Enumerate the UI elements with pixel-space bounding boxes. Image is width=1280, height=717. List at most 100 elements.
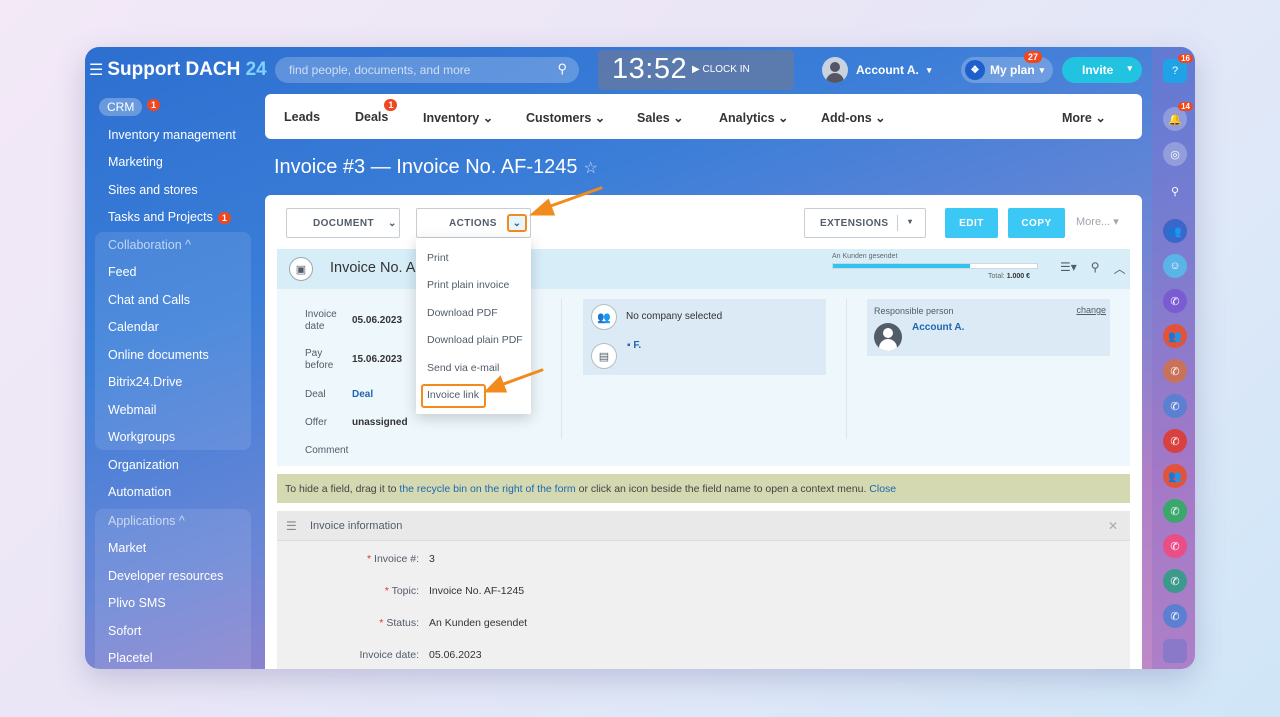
sidebar-item-chat[interactable]: Chat and Calls: [108, 293, 190, 307]
row-label: * Status:: [379, 617, 419, 629]
sidebar-item-feed[interactable]: Feed: [108, 265, 137, 279]
tab-customers[interactable]: Customers ⌄: [526, 110, 605, 125]
page-title-text: Invoice #3 — Invoice No. AF-1245: [274, 156, 578, 178]
left-sidebar: CRM 1 Inventory management Marketing Sit…: [85, 93, 265, 669]
tab-inventory[interactable]: Inventory ⌄: [423, 110, 493, 125]
group-icon[interactable]: 👥: [1163, 324, 1187, 348]
search-input[interactable]: find people, documents, and more ⚲: [275, 57, 579, 83]
phone-icon[interactable]: ✆: [1163, 604, 1187, 628]
document-button[interactable]: DOCUMENT ⌄: [286, 208, 400, 238]
phone-icon[interactable]: ✆: [1163, 429, 1187, 453]
row-value[interactable]: An Kunden gesendet: [429, 617, 527, 629]
collapse-icon[interactable]: ︿: [1114, 260, 1126, 277]
sidebar-item-workgroups[interactable]: Workgroups: [108, 430, 175, 444]
sidebar-item-tasks[interactable]: Tasks and Projects 1: [108, 210, 231, 224]
close-icon[interactable]: ✕: [1108, 519, 1118, 533]
responsible-label: Responsible person: [874, 306, 954, 316]
status-progress-fill: [833, 264, 970, 268]
tab-addons[interactable]: Add-ons ⌄: [821, 110, 886, 125]
hint-close-link[interactable]: Close: [869, 483, 896, 495]
menu-item-print-plain[interactable]: Print plain invoice: [427, 279, 509, 291]
recycle-bin-link[interactable]: the recycle bin on the right of the form: [399, 483, 575, 495]
contact-icon[interactable]: ☺: [1163, 254, 1187, 278]
menu-icon[interactable]: ☰: [89, 62, 103, 79]
phone-icon[interactable]: ✆: [1163, 499, 1187, 523]
actions-button[interactable]: ACTIONS ⌄: [416, 208, 531, 238]
menu-item-download-plain-pdf[interactable]: Download plain PDF: [427, 334, 523, 346]
responsible-name[interactable]: Account A.: [912, 322, 964, 333]
account-name: Account A.: [856, 63, 919, 77]
pin-icon[interactable]: ⚲: [1091, 260, 1100, 277]
logo[interactable]: ☰ Support DACH 24: [89, 59, 267, 81]
edit-button[interactable]: EDIT: [945, 208, 998, 238]
extensions-button[interactable]: EXTENSIONS ▾: [804, 208, 926, 238]
sidebar-item-sites[interactable]: Sites and stores: [108, 183, 198, 197]
sidebar-group-collaboration[interactable]: Collaboration ^: [108, 238, 191, 252]
contact-link[interactable]: ▪ F.: [627, 340, 641, 351]
row-value[interactable]: 05.06.2023: [429, 649, 482, 661]
tab-more[interactable]: More ⌄: [1062, 110, 1106, 125]
group-chat-icon[interactable]: 👥: [1163, 219, 1187, 243]
copy-button[interactable]: COPY: [1008, 208, 1065, 238]
chevron-down-icon: ▾: [1127, 63, 1132, 73]
row-value[interactable]: 3: [429, 553, 435, 565]
menu-item-print[interactable]: Print: [427, 252, 449, 264]
sidebar-item-calendar[interactable]: Calendar: [108, 320, 159, 334]
row-value[interactable]: Invoice No. AF-1245: [429, 585, 524, 597]
clock-widget[interactable]: 13:52 ▶ CLOCK IN: [598, 50, 794, 90]
avatar[interactable]: [1163, 639, 1187, 663]
phone-icon[interactable]: ✆: [1163, 534, 1187, 558]
my-plan-button[interactable]: ❖ My plan ▾ 27: [961, 51, 1053, 83]
deal-link[interactable]: Deal: [352, 389, 373, 400]
sidebar-item-online-documents[interactable]: Online documents: [108, 348, 209, 362]
sidebar-group-applications[interactable]: Applications ^: [108, 514, 185, 528]
menu-item-download-pdf[interactable]: Download PDF: [427, 307, 498, 319]
sidebar-item-sofort[interactable]: Sofort: [108, 624, 141, 638]
bell-badge: 14: [1178, 102, 1193, 111]
bell-icon[interactable]: 🔔 14: [1163, 102, 1193, 131]
sidebar-item-market[interactable]: Market: [108, 541, 146, 555]
sidebar-item-developer[interactable]: Developer resources: [108, 569, 223, 583]
status-progress-bar[interactable]: [832, 263, 1038, 269]
sidebar-item-placetel[interactable]: Placetel: [108, 651, 152, 665]
tab-deals[interactable]: Deals 1: [355, 99, 398, 124]
group-icon[interactable]: 👥: [1163, 464, 1187, 488]
phone-icon[interactable]: ✆: [1163, 359, 1187, 383]
list-settings-icon[interactable]: ☰▾: [1060, 260, 1077, 277]
change-responsible-link[interactable]: change: [1076, 305, 1106, 315]
phone-icon[interactable]: ✆: [1163, 394, 1187, 418]
sidebar-item-webmail[interactable]: Webmail: [108, 403, 156, 417]
menu-item-send-email[interactable]: Send via e-mail: [427, 362, 499, 374]
more-button[interactable]: More... ▾: [1076, 215, 1119, 228]
sidebar-item-plivo[interactable]: Plivo SMS: [108, 596, 166, 610]
sidebar-item-automation[interactable]: Automation: [108, 485, 171, 499]
section-title: Invoice information: [310, 520, 403, 532]
chat-icon[interactable]: ◎: [1163, 142, 1187, 166]
logo-text: Support DACH: [107, 59, 241, 80]
star-icon[interactable]: ☆: [584, 160, 598, 177]
search-icon[interactable]: ⚲: [557, 61, 567, 77]
row-label-text: Status:: [386, 617, 419, 629]
sidebar-item-organization[interactable]: Organization: [108, 458, 179, 472]
sidebar-item-drive[interactable]: Bitrix24.Drive: [108, 375, 182, 389]
phone-icon[interactable]: ✆: [1163, 289, 1187, 313]
divider: [561, 299, 562, 439]
account-menu[interactable]: Account A. ▾: [822, 57, 931, 83]
phone-icon[interactable]: ✆: [1163, 569, 1187, 593]
tab-leads[interactable]: Leads: [284, 110, 320, 124]
actions-chevron-icon[interactable]: ⌄: [507, 214, 527, 232]
search-icon[interactable]: ⚲: [1163, 179, 1187, 203]
sidebar-item-crm[interactable]: CRM: [99, 98, 143, 116]
avatar: [822, 57, 848, 83]
clock-in-button[interactable]: ▶ CLOCK IN: [692, 64, 750, 75]
company-value[interactable]: No company selected: [626, 311, 722, 322]
help-icon[interactable]: ? 16: [1163, 54, 1193, 83]
drag-handle-icon[interactable]: ☰: [286, 519, 297, 533]
sidebar-item-marketing[interactable]: Marketing: [108, 155, 163, 169]
invite-button[interactable]: Invite ▾: [1062, 57, 1142, 83]
tab-analytics[interactable]: Analytics ⌄: [719, 110, 789, 125]
sidebar-item-inventory[interactable]: Inventory management: [108, 128, 236, 142]
actions-dropdown-menu: Print Print plain invoice Download PDF D…: [416, 238, 531, 414]
actions-label: ACTIONS: [449, 217, 497, 229]
tab-sales[interactable]: Sales ⌄: [637, 110, 684, 125]
